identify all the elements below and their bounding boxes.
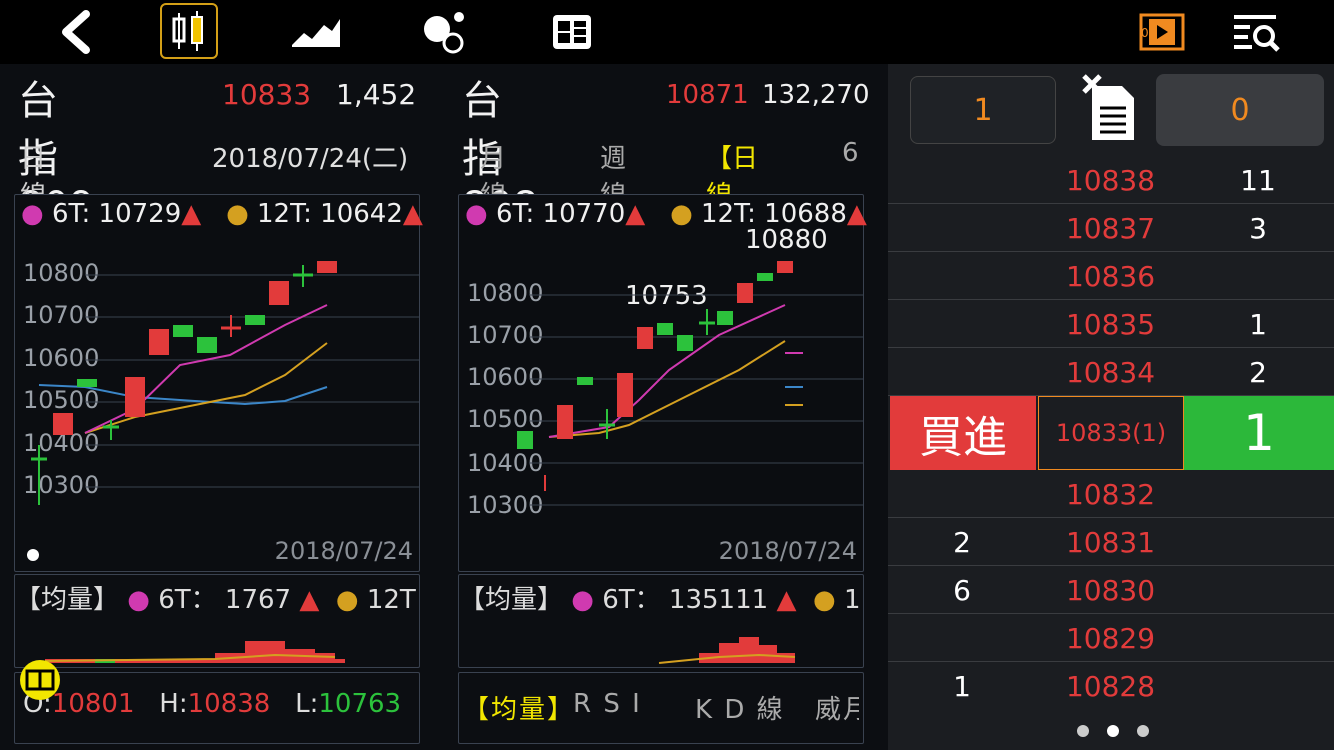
candles-svg xyxy=(517,261,863,506)
volume-bars xyxy=(44,641,345,663)
ohlc-values: O:10801 H:10838 L:10763 xyxy=(23,689,402,719)
candlestick-chart[interactable]: ● 6T: 10770▲ ● 12T: 10688▲ 10880 10753 1… xyxy=(458,194,867,572)
ask-row[interactable]: 10836 xyxy=(888,252,1334,300)
tab-avg-volume[interactable]: 【均量】 xyxy=(463,689,575,726)
layout-toggle-icon[interactable] xyxy=(20,660,60,700)
last-price: 10871 xyxy=(666,80,749,110)
ask-row[interactable]: 10834 2 xyxy=(888,348,1334,396)
chart-date: 2018/07/24(二) xyxy=(212,144,409,174)
ask-row[interactable]: 10835 1 xyxy=(888,300,1334,348)
page-indicator[interactable] xyxy=(1068,722,1158,741)
tab-more[interactable]: 威月 xyxy=(815,689,859,726)
order-book-panel: 1 0 10838 11 10837 3 10836 10835 1 10834 2 買… xyxy=(888,64,1334,750)
ask-row[interactable]: 10838 11 xyxy=(888,156,1334,204)
bubbles-icon[interactable] xyxy=(416,6,472,58)
candles xyxy=(31,261,337,505)
last-price: 10833 xyxy=(222,78,312,111)
bid-row[interactable]: 10829 xyxy=(888,614,1334,662)
total-volume: 132,270 xyxy=(762,80,870,110)
chart-datestamp: 2018/07/24 xyxy=(718,537,857,565)
avg-volume-panel[interactable]: 【均量】 ● 6T： 135111 ▲ ● 1 xyxy=(458,574,864,668)
top-toolbar: 0 xyxy=(0,0,1334,64)
buy-button[interactable]: 買進 xyxy=(890,396,1036,470)
warehouse-icon[interactable] xyxy=(544,6,600,58)
bid-row[interactable]: 10832 xyxy=(888,470,1334,518)
sell-qty-button[interactable]: 1 xyxy=(1184,396,1334,470)
back-arrow-icon[interactable] xyxy=(48,6,104,58)
bid-row[interactable]: 1 10828 xyxy=(888,662,1334,710)
line-chart-icon[interactable] xyxy=(288,6,344,58)
tab-kd[interactable]: K D 線 xyxy=(695,689,785,726)
tab-rsi[interactable]: R S I xyxy=(573,689,642,719)
volume-bars xyxy=(658,637,796,664)
avg-volume-panel[interactable]: 【均量】 ● 6T： 1767 ▲ ● 12T xyxy=(14,574,420,668)
order-video-icon[interactable]: 0 xyxy=(1134,6,1190,58)
tab-more[interactable]: 6 xyxy=(842,138,859,168)
indicator-tabs: 【均量】 R S I K D 線 威月 xyxy=(458,672,864,744)
chart-datestamp: 2018/07/24 xyxy=(274,537,413,565)
order-qty-input[interactable]: 1 xyxy=(910,76,1056,144)
candlestick-chart[interactable]: ● 6T: 10729▲ ● 12T: 10642▲ 10800 10700 1… xyxy=(14,194,423,572)
ask-row[interactable]: 10837 3 xyxy=(888,204,1334,252)
position-count[interactable]: 0 xyxy=(1156,74,1324,146)
bid-row[interactable]: 2 10831 xyxy=(888,518,1334,566)
ohlc-panel: O:10801 H:10838 L:10763 xyxy=(14,672,420,744)
candlestick-icon[interactable] xyxy=(160,3,218,59)
bid-row[interactable]: 6 10830 xyxy=(888,566,1334,614)
current-price-row: 買進 10833(1) 1 xyxy=(888,396,1334,470)
candles-svg xyxy=(27,261,419,561)
svg-text:0: 0 xyxy=(1141,26,1149,40)
total-volume: 1,452 xyxy=(336,78,417,111)
current-price[interactable]: 10833(1) xyxy=(1038,396,1184,470)
list-search-icon[interactable] xyxy=(1228,6,1284,58)
clear-orders-icon[interactable] xyxy=(1082,74,1142,144)
